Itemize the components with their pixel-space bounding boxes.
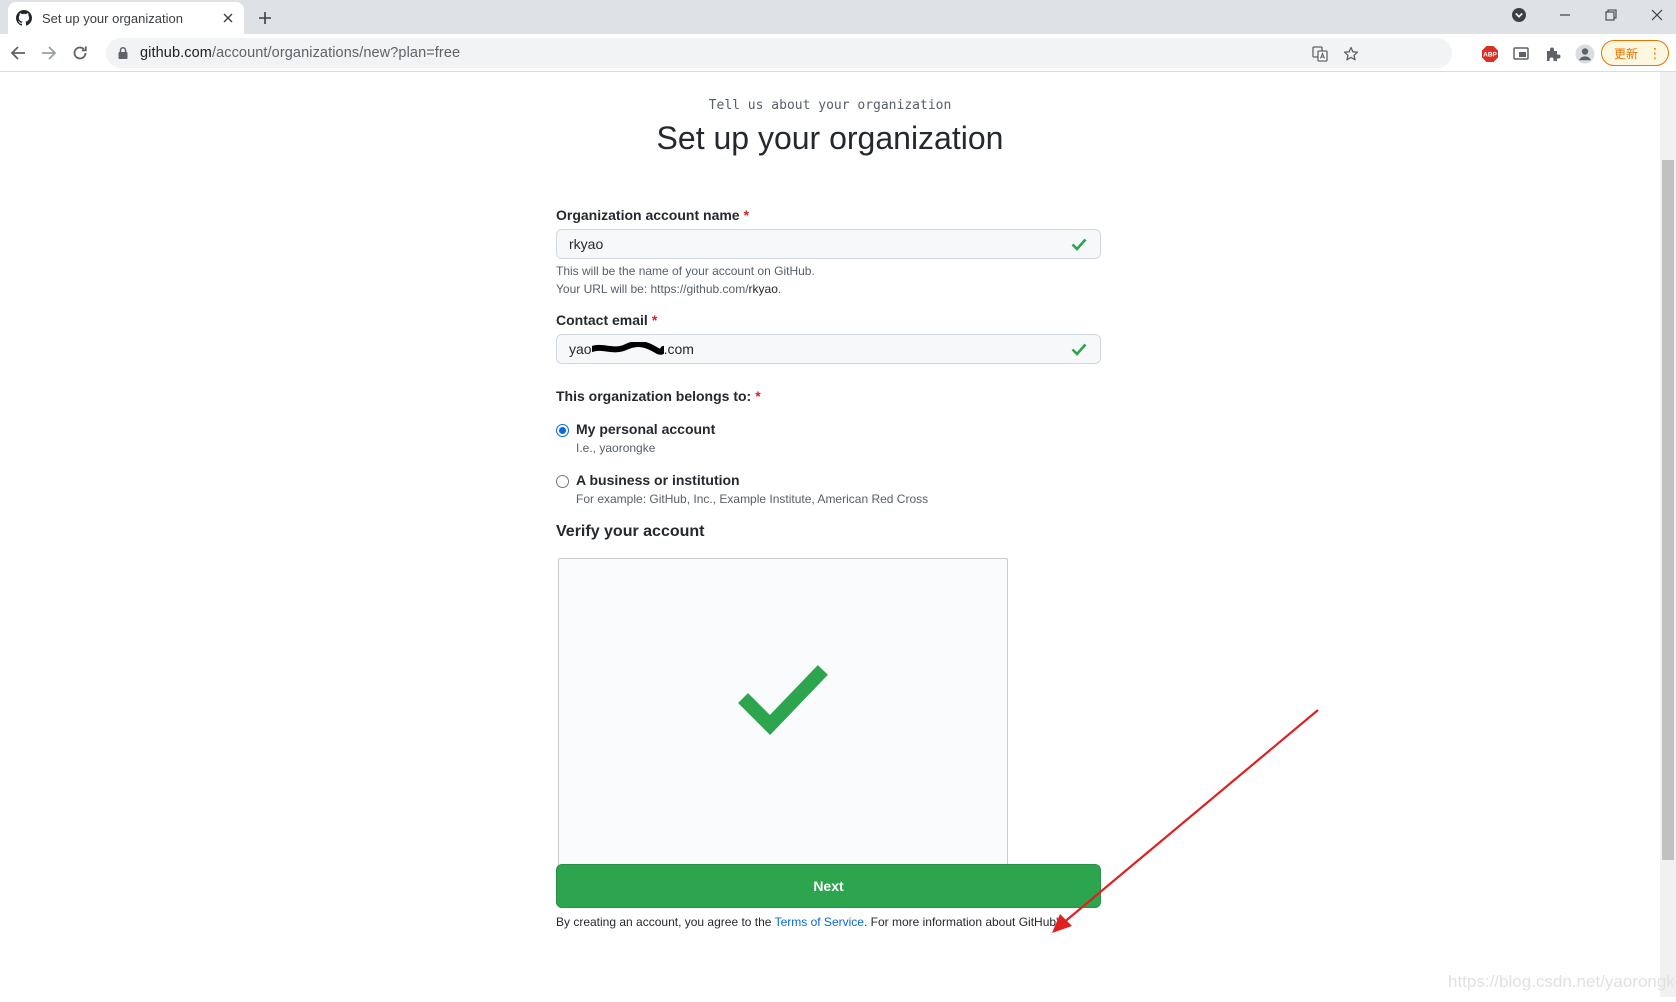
browser-tabstrip: Set up your organization <box>0 0 1676 34</box>
verify-title: Verify your account <box>556 523 705 540</box>
back-button[interactable] <box>6 41 30 65</box>
url-prefix: Your URL will be: https://github.com/ <box>556 282 749 296</box>
profile-icon[interactable] <box>1574 43 1596 65</box>
svg-text:ABP: ABP <box>1483 52 1497 59</box>
watermark: https://blog.csdn.net/yaorongke <box>1448 972 1676 991</box>
close-icon <box>1651 9 1663 21</box>
minimize-button[interactable] <box>1542 0 1588 30</box>
org-name-help-line1: This will be the name of your account on… <box>556 264 815 278</box>
reload-icon <box>73 46 87 60</box>
menu-dots-icon: ⋮ <box>1648 45 1663 61</box>
redaction-scribble <box>588 340 667 355</box>
email-value-prefix: yao <box>569 341 592 357</box>
org-name-label-text: Organization account name <box>556 207 740 223</box>
radio-option-title: A business or institution <box>576 472 740 488</box>
minimize-icon <box>1560 14 1570 16</box>
page-content: Tell us about your organization Set up y… <box>0 72 1676 997</box>
update-label: 更新 <box>1614 46 1639 61</box>
email-value: yao .com <box>569 340 1070 357</box>
terms-text: By creating an account, you agree to the… <box>556 915 1064 929</box>
tab-search-button[interactable] <box>1496 0 1542 30</box>
radio-personal-account[interactable]: My personal account I.e., yaorongke <box>556 421 715 455</box>
required-mark: * <box>743 207 750 223</box>
radio-business-text: A business or institution For example: G… <box>576 472 928 506</box>
radio-business-account[interactable]: A business or institution For example: G… <box>556 472 928 506</box>
belongs-to-label: This organization belongs to: * <box>556 388 761 404</box>
email-label-text: Contact email <box>556 312 648 328</box>
org-name-help-line2: Your URL will be: https://github.com/rky… <box>556 280 815 298</box>
tab-close-icon[interactable] <box>220 10 236 26</box>
update-button[interactable]: 更新 ⋮ <box>1601 40 1669 66</box>
radio-option-subtitle: I.e., yaorongke <box>576 441 656 455</box>
org-name-input[interactable]: rkyao <box>556 229 1101 259</box>
page-kicker: Tell us about your organization <box>708 98 952 113</box>
org-name-label: Organization account name * <box>556 207 749 223</box>
url-org-name: rkyao <box>748 282 778 296</box>
browser-tab[interactable]: Set up your organization <box>8 2 244 34</box>
radio-personal-text: My personal account I.e., yaorongke <box>576 421 715 455</box>
adblock-icon[interactable]: ABP <box>1479 43 1501 65</box>
terms-of-service-link[interactable]: Terms of Service <box>775 915 864 929</box>
close-window-button[interactable] <box>1634 0 1676 30</box>
valid-check-icon <box>1070 235 1088 253</box>
annotation-arrow <box>1052 709 1319 933</box>
address-bar[interactable]: github.com/account/organizations/new?pla… <box>106 38 1452 68</box>
plus-icon <box>259 12 271 24</box>
puzzle-icon[interactable] <box>1542 43 1564 65</box>
restore-button[interactable] <box>1588 0 1634 30</box>
github-octocat-icon <box>16 10 32 26</box>
restore-icon <box>1605 9 1617 21</box>
terms-prefix: By creating an account, you agree to the <box>556 915 775 929</box>
url-host: github.com <box>140 45 212 61</box>
required-mark: * <box>755 388 761 404</box>
cast-icon[interactable] <box>1510 43 1532 65</box>
required-mark: * <box>651 312 658 328</box>
radio-button[interactable] <box>556 475 569 488</box>
org-name-value: rkyao <box>569 236 604 252</box>
star-icon[interactable] <box>1342 45 1360 63</box>
forward-button[interactable] <box>37 41 61 65</box>
scrollbar-thumb[interactable] <box>1662 160 1674 860</box>
browser-toolbar: github.com/account/organizations/new?pla… <box>0 34 1676 72</box>
radio-option-subtitle: For example: GitHub, Inc., Example Insti… <box>576 492 929 506</box>
belongs-to-label-text: This organization belongs to: <box>556 388 752 404</box>
arrow-left-icon <box>10 46 25 60</box>
radio-option-title: My personal account <box>576 421 716 437</box>
email-label: Contact email * <box>556 312 657 328</box>
new-tab-button[interactable] <box>254 7 276 29</box>
org-name-help: This will be the name of your account on… <box>556 262 815 298</box>
lock-icon[interactable] <box>116 46 130 60</box>
page-title: Set up your organization <box>656 120 1004 156</box>
checkmark-icon <box>738 655 828 745</box>
radio-button-selected[interactable] <box>556 424 569 437</box>
url-text: github.com/account/organizations/new?pla… <box>140 45 460 61</box>
verification-captcha[interactable] <box>558 558 1008 868</box>
email-value-suffix: .com <box>663 341 694 357</box>
chevron-down-circle-icon <box>1512 8 1526 22</box>
arrow-right-icon <box>42 46 57 60</box>
url-suffix: . <box>777 282 782 296</box>
valid-check-icon <box>1070 340 1088 358</box>
url-path: /account/organizations/new?plan=free <box>211 45 461 61</box>
tab-title: Set up your organization <box>42 10 183 26</box>
reload-button[interactable] <box>68 41 92 65</box>
email-field[interactable]: yao .com <box>556 334 1101 364</box>
translate-icon[interactable] <box>1311 45 1329 63</box>
